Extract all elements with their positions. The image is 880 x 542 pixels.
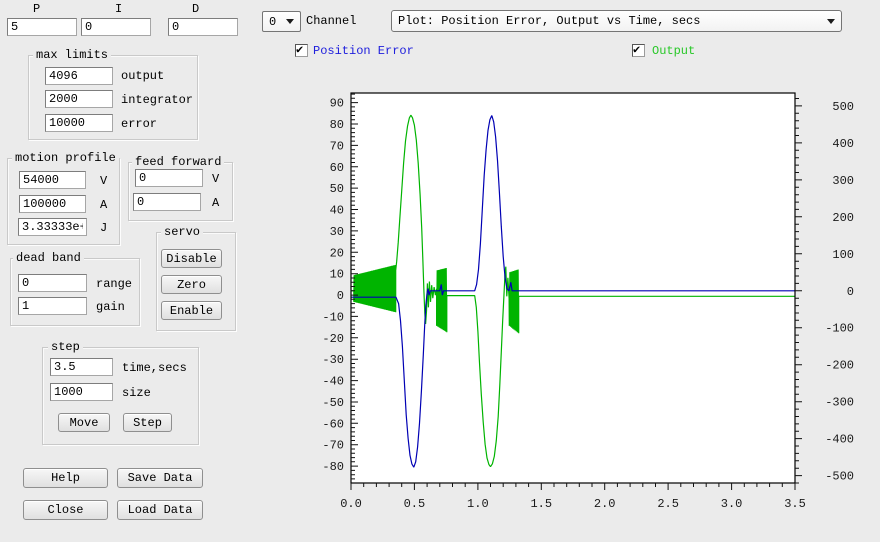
axis-tick-label: 0 — [337, 289, 344, 303]
output-legend-label: Output — [652, 45, 695, 58]
axis-tick-label: -20 — [322, 332, 344, 346]
accel-input[interactable] — [19, 195, 86, 213]
step-time-input[interactable] — [50, 358, 113, 376]
axis-tick-label: 70 — [330, 139, 344, 153]
jerk-input[interactable] — [18, 218, 87, 236]
i-input[interactable] — [81, 18, 151, 36]
axis-tick-label: 300 — [832, 174, 854, 188]
axis-tick-label: -50 — [322, 396, 344, 410]
axis-tick-label: -60 — [322, 417, 344, 431]
channel-select[interactable]: 0 — [262, 11, 301, 32]
deadband-range-label: range — [96, 278, 132, 291]
axis-tick-label: 3.0 — [721, 497, 743, 511]
axis-tick-label: 0.5 — [404, 497, 426, 511]
axis-tick-label: 60 — [330, 161, 344, 175]
axis-tick-label: 2.0 — [594, 497, 616, 511]
deadband-gain-label: gain — [96, 301, 125, 314]
axis-tick-label: -300 — [825, 396, 854, 410]
axis-tick-label: 90 — [330, 97, 344, 111]
max-integrator-input[interactable] — [45, 90, 113, 108]
axis-tick-label: -100 — [825, 322, 854, 336]
axis-tick-label: -10 — [322, 310, 344, 324]
motion-profile-title: motion profile — [12, 152, 119, 164]
axis-tick-label: -80 — [322, 460, 344, 474]
axis-tick-label: -500 — [825, 470, 854, 484]
zero-button[interactable]: Zero — [161, 275, 222, 294]
close-button[interactable]: Close — [23, 500, 108, 520]
deadband-gain-input[interactable] — [18, 297, 87, 315]
ff-accel-input[interactable] — [133, 193, 201, 211]
axis-tick-label: 200 — [832, 211, 854, 225]
d-input[interactable] — [168, 18, 238, 36]
max-error-input[interactable] — [45, 114, 113, 132]
load-data-button[interactable]: Load Data — [117, 500, 203, 520]
max-output-input[interactable] — [45, 67, 113, 85]
chevron-down-icon — [286, 19, 294, 24]
dead-band-group — [10, 258, 140, 326]
axis-tick-label: 0 — [847, 285, 854, 299]
axis-tick-label: 1.5 — [530, 497, 552, 511]
channel-value: 0 — [263, 15, 286, 29]
step-size-label: size — [122, 387, 151, 400]
servo-tuning-window: { "pid": { "p_label": "P", "i_label": "I… — [0, 0, 880, 542]
d-label: D — [192, 3, 199, 16]
axis-tick-label: 50 — [330, 182, 344, 196]
plot-select[interactable]: Plot: Position Error, Output vs Time, se… — [391, 10, 842, 32]
p-input[interactable] — [7, 18, 77, 36]
i-label: I — [115, 3, 122, 16]
axis-tick-label: 3.5 — [784, 497, 806, 511]
ff-accel-label: A — [212, 197, 219, 210]
axis-tick-label: 400 — [832, 137, 854, 151]
servo-title: servo — [161, 226, 203, 238]
step-time-label: time,secs — [122, 362, 187, 375]
step-button[interactable]: Step — [123, 413, 172, 432]
save-data-button[interactable]: Save Data — [117, 468, 203, 488]
axis-tick-label: 30 — [330, 225, 344, 239]
axis-tick-label: -30 — [322, 353, 344, 367]
axis-tick-label: -40 — [322, 375, 344, 389]
step-size-input[interactable] — [50, 383, 113, 401]
output-checkbox[interactable]: ✔ — [632, 44, 645, 57]
position-error-checkbox[interactable]: ✔ — [295, 44, 308, 57]
move-button[interactable]: Move — [58, 413, 110, 432]
axis-tick-label: 100 — [832, 248, 854, 262]
max-limits-title: max limits — [33, 49, 111, 61]
ff-velocity-input[interactable] — [135, 169, 203, 187]
axis-tick-label: -200 — [825, 359, 854, 373]
checkmark-icon: ✔ — [296, 42, 303, 57]
axis-tick-label: 1.0 — [467, 497, 489, 511]
max-output-label: output — [121, 70, 164, 83]
dead-band-title: dead band — [13, 252, 84, 264]
chevron-down-icon — [827, 19, 835, 24]
feed-forward-title: feed forward — [132, 156, 224, 168]
deadband-range-input[interactable] — [18, 274, 87, 292]
max-error-label: error — [121, 118, 157, 131]
ff-velocity-label: V — [212, 173, 219, 186]
axis-tick-label: 0.0 — [340, 497, 362, 511]
axis-tick-label: 500 — [832, 100, 854, 114]
position-error-legend-label: Position Error — [313, 45, 414, 58]
max-integrator-label: integrator — [121, 94, 193, 107]
accel-label: A — [100, 199, 107, 212]
axis-tick-label: 2.5 — [657, 497, 679, 511]
axis-tick-label: 20 — [330, 246, 344, 260]
axis-tick-label: -400 — [825, 433, 854, 447]
axis-tick-label: 40 — [330, 204, 344, 218]
disable-button[interactable]: Disable — [161, 249, 222, 268]
axis-tick-label: -70 — [322, 439, 344, 453]
help-button[interactable]: Help — [23, 468, 108, 488]
velocity-label: V — [100, 175, 107, 188]
enable-button[interactable]: Enable — [161, 301, 222, 320]
plot-select-value: Plot: Position Error, Output vs Time, se… — [392, 14, 827, 28]
axis-tick-label: 10 — [330, 268, 344, 282]
checkmark-icon: ✔ — [633, 42, 640, 57]
velocity-input[interactable] — [19, 171, 86, 189]
channel-label: Channel — [306, 15, 356, 28]
axis-tick-label: 80 — [330, 118, 344, 132]
jerk-label: J — [100, 222, 107, 235]
step-title: step — [48, 341, 83, 353]
p-label: P — [33, 3, 40, 16]
